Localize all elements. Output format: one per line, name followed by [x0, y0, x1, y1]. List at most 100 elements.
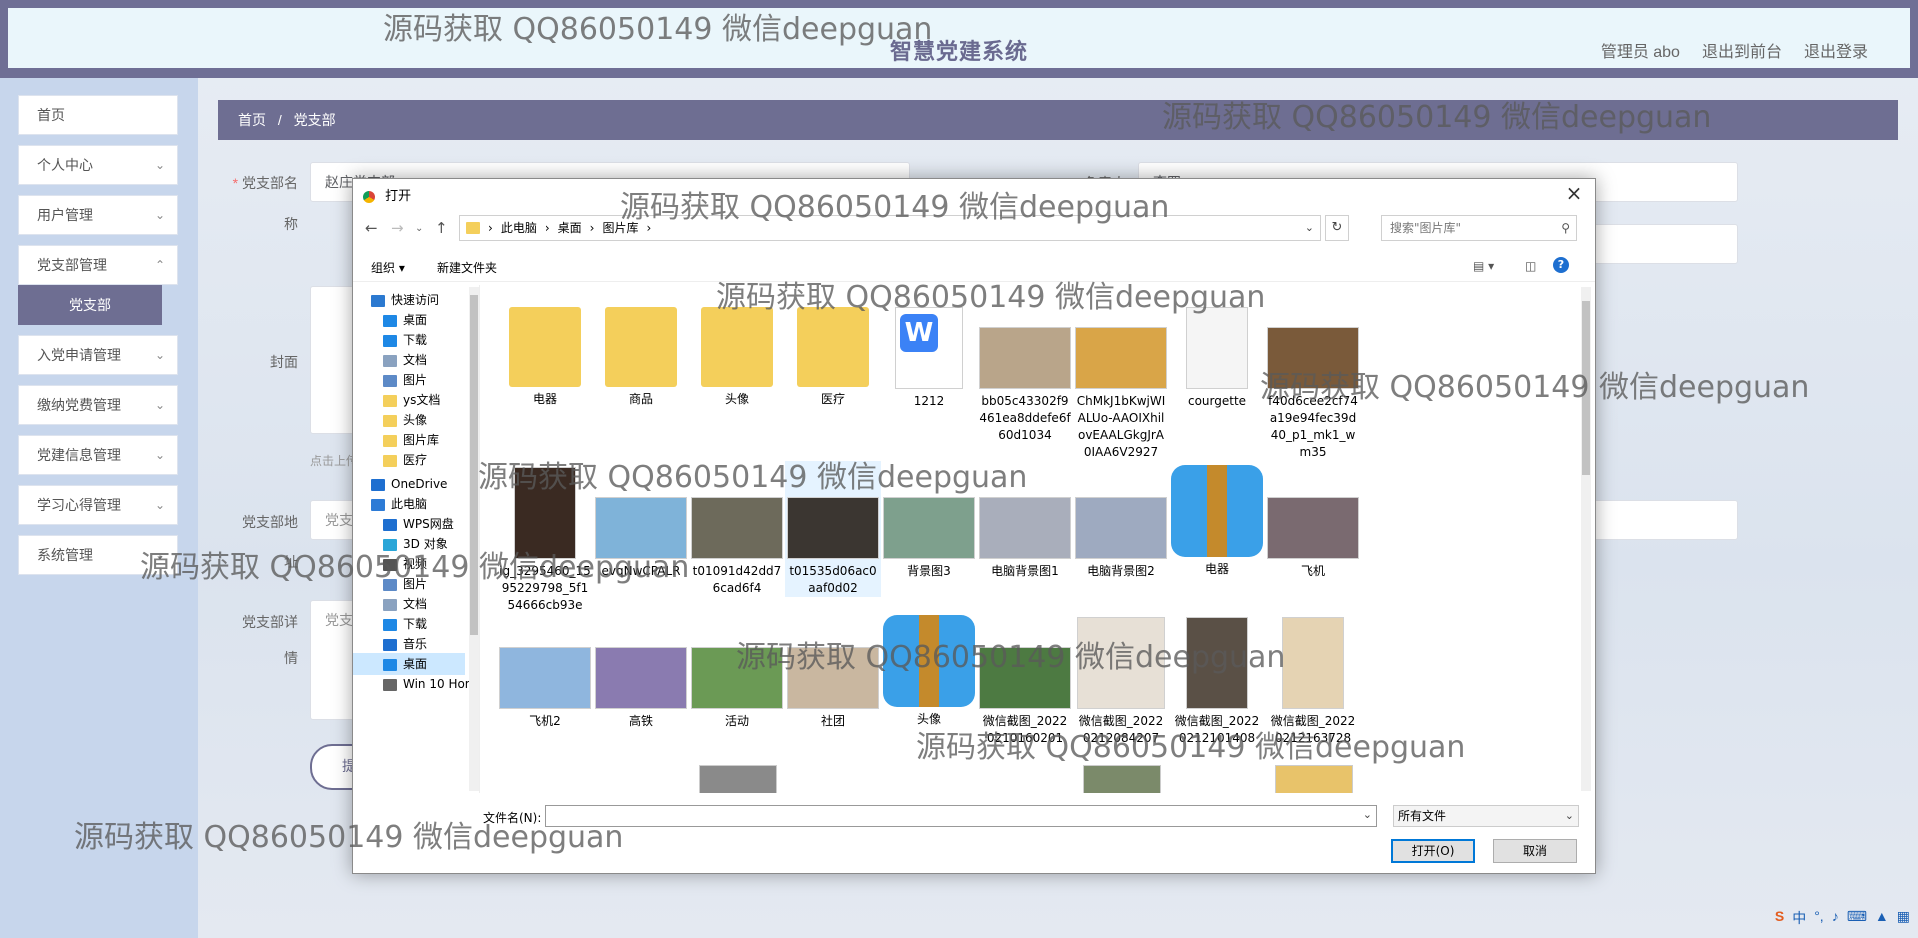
- nav-item[interactable]: 文档: [383, 593, 427, 615]
- filetype-select[interactable]: 所有文件 ⌄: [1393, 805, 1579, 827]
- file-item[interactable]: ig_3295460_1595229798_5f154666cb93e: [497, 461, 593, 614]
- nav-item[interactable]: 图片: [383, 573, 427, 595]
- nav-item[interactable]: ys文档: [383, 389, 440, 411]
- file-item[interactable]: 电脑背景图2: [1073, 461, 1169, 580]
- sidebar-item-system[interactable]: 系统管理 ⌄: [18, 535, 178, 575]
- file-item[interactable]: evqNwCPALR: [593, 461, 689, 580]
- sidebar-item-news[interactable]: 党建信息管理 ⌄: [18, 435, 178, 475]
- file-item[interactable]: 背景图3: [881, 461, 977, 580]
- file-item[interactable]: 社团: [785, 611, 881, 730]
- path-segment[interactable]: 此电脑: [501, 216, 537, 240]
- nav-item[interactable]: 文档: [383, 349, 427, 371]
- microphone-icon[interactable]: ♪: [1832, 908, 1839, 928]
- back-to-front-link[interactable]: 退出到前台: [1702, 38, 1782, 62]
- nav-item[interactable]: 下载: [383, 613, 427, 635]
- image-thumbnail[interactable]: [1083, 765, 1161, 793]
- nav-item[interactable]: 下载: [383, 329, 427, 351]
- nav-item[interactable]: WPS网盘: [383, 513, 454, 535]
- file-item[interactable]: 飞机2: [497, 611, 593, 730]
- preview-pane-icon[interactable]: ◫: [1525, 259, 1536, 273]
- file-item[interactable]: 微信截图_20220212163728: [1265, 611, 1361, 747]
- nav-item[interactable]: 音乐: [383, 633, 427, 655]
- file-item[interactable]: 头像: [881, 611, 977, 728]
- file-item[interactable]: 医疗: [785, 291, 881, 408]
- nav-item[interactable]: OneDrive: [371, 473, 447, 495]
- cancel-button[interactable]: 取消: [1493, 839, 1577, 863]
- nav-item[interactable]: 桌面: [383, 309, 427, 331]
- sidebar-item-notes[interactable]: 学习心得管理 ⌄: [18, 485, 178, 525]
- sidebar-item-label: 党支部管理: [37, 257, 107, 273]
- keyboard-icon[interactable]: ⌨: [1847, 908, 1867, 928]
- file-item[interactable]: 微信截图_20220212084207: [1073, 611, 1169, 747]
- file-item[interactable]: 飞机: [1265, 461, 1361, 580]
- nav-item[interactable]: 医疗: [383, 449, 427, 471]
- organize-button[interactable]: 组织 ▾: [371, 259, 405, 276]
- file-scrollbar[interactable]: [1581, 287, 1591, 791]
- chevron-down-icon[interactable]: ⌄: [1363, 808, 1372, 821]
- help-icon[interactable]: ?: [1553, 257, 1569, 273]
- file-item[interactable]: 电脑背景图1: [977, 461, 1073, 580]
- file-scroll-thumb[interactable]: [1582, 301, 1590, 475]
- nav-scrollbar[interactable]: [469, 287, 479, 791]
- image-thumbnail[interactable]: [1275, 765, 1353, 793]
- sogou-ime-icon[interactable]: S: [1775, 908, 1784, 928]
- nav-item[interactable]: 视频: [383, 553, 427, 575]
- nav-scroll-thumb[interactable]: [470, 295, 478, 635]
- sidebar-item-branch[interactable]: 党支部管理 ⌃: [18, 245, 178, 285]
- back-arrow-icon[interactable]: ←: [365, 219, 378, 237]
- breadcrumb-home[interactable]: 首页: [238, 112, 266, 128]
- file-item[interactable]: 高铁: [593, 611, 689, 730]
- toolbox-icon[interactable]: ▦: [1897, 908, 1910, 928]
- refresh-icon[interactable]: ↻: [1325, 215, 1349, 241]
- file-item[interactable]: f40d6cee2cf74a19e94fec39d40_p1_mk1_wm35: [1265, 291, 1361, 461]
- sidebar-subitem-branch[interactable]: 党支部: [18, 285, 162, 325]
- sidebar-item-home[interactable]: 首页: [18, 95, 178, 135]
- sidebar-item-application[interactable]: 入党申请管理 ⌄: [18, 335, 178, 375]
- file-item[interactable]: t01535d06ac0aaf0d02: [785, 461, 881, 597]
- zip-strap-icon: [1207, 465, 1227, 557]
- file-item[interactable]: ChMkJ1bKwjWIALUo-AAOIXhilovEAALGkgJrA0IA…: [1073, 291, 1169, 461]
- file-item[interactable]: 活动: [689, 611, 785, 730]
- file-item[interactable]: 电器: [497, 291, 593, 408]
- filename-input[interactable]: ⌄: [545, 805, 1377, 827]
- file-item[interactable]: 商品: [593, 291, 689, 408]
- file-item[interactable]: t01091d42dd76cad6f4: [689, 461, 785, 597]
- path-segment[interactable]: 图片库: [602, 216, 638, 240]
- sidebar-item-profile[interactable]: 个人中心 ⌄: [18, 145, 178, 185]
- nav-item[interactable]: 3D 对象: [383, 533, 448, 555]
- file-item[interactable]: bb05c43302f9461ea8ddefe6f60d1034: [977, 291, 1073, 444]
- file-item[interactable]: 头像: [689, 291, 785, 408]
- search-input[interactable]: 搜索"图片库" ⚲: [1381, 215, 1577, 241]
- up-arrow-icon[interactable]: ↑: [435, 219, 448, 237]
- nav-item[interactable]: 此电脑: [371, 493, 427, 515]
- nav-item[interactable]: 头像: [383, 409, 427, 431]
- nav-item[interactable]: 图片: [383, 369, 427, 391]
- file-item[interactable]: W 1212: [881, 291, 977, 410]
- logout-link[interactable]: 退出登录: [1804, 38, 1868, 62]
- sidebar-item-dues[interactable]: 缴纳党费管理 ⌄: [18, 385, 178, 425]
- nav-item[interactable]: 桌面: [353, 653, 465, 675]
- search-icon: ⚲: [1561, 221, 1570, 235]
- nav-item[interactable]: Win 10 Home ›: [383, 673, 479, 695]
- new-folder-button[interactable]: 新建文件夹: [437, 259, 497, 276]
- view-options-icon[interactable]: ▤ ▾: [1473, 259, 1494, 273]
- path-segment[interactable]: 桌面: [558, 216, 582, 240]
- image-thumbnail[interactable]: [699, 765, 777, 793]
- recent-dropdown-icon[interactable]: ⌄: [415, 223, 423, 234]
- punctuation-icon[interactable]: °,: [1814, 908, 1824, 928]
- skin-icon[interactable]: ▲: [1875, 908, 1889, 928]
- nav-item[interactable]: 快速访问: [371, 289, 439, 311]
- chevron-down-icon[interactable]: ⌄: [1305, 216, 1314, 240]
- folder-icon: [509, 307, 581, 387]
- file-item[interactable]: 微信截图_20220212101408: [1169, 611, 1265, 747]
- ime-lang[interactable]: 中: [1792, 908, 1806, 928]
- nav-item[interactable]: 图片库: [383, 429, 439, 451]
- open-button[interactable]: 打开(O): [1391, 839, 1475, 863]
- forward-arrow-icon[interactable]: →: [391, 219, 404, 237]
- close-icon[interactable]: ×: [1559, 181, 1589, 205]
- file-item[interactable]: courgette: [1169, 291, 1265, 410]
- address-bar[interactable]: › 此电脑 › 桌面 › 图片库 › ⌄: [459, 215, 1321, 241]
- sidebar-item-users[interactable]: 用户管理 ⌄: [18, 195, 178, 235]
- file-item[interactable]: 电器: [1169, 461, 1265, 578]
- file-item[interactable]: 微信截图_20220210160201: [977, 611, 1073, 747]
